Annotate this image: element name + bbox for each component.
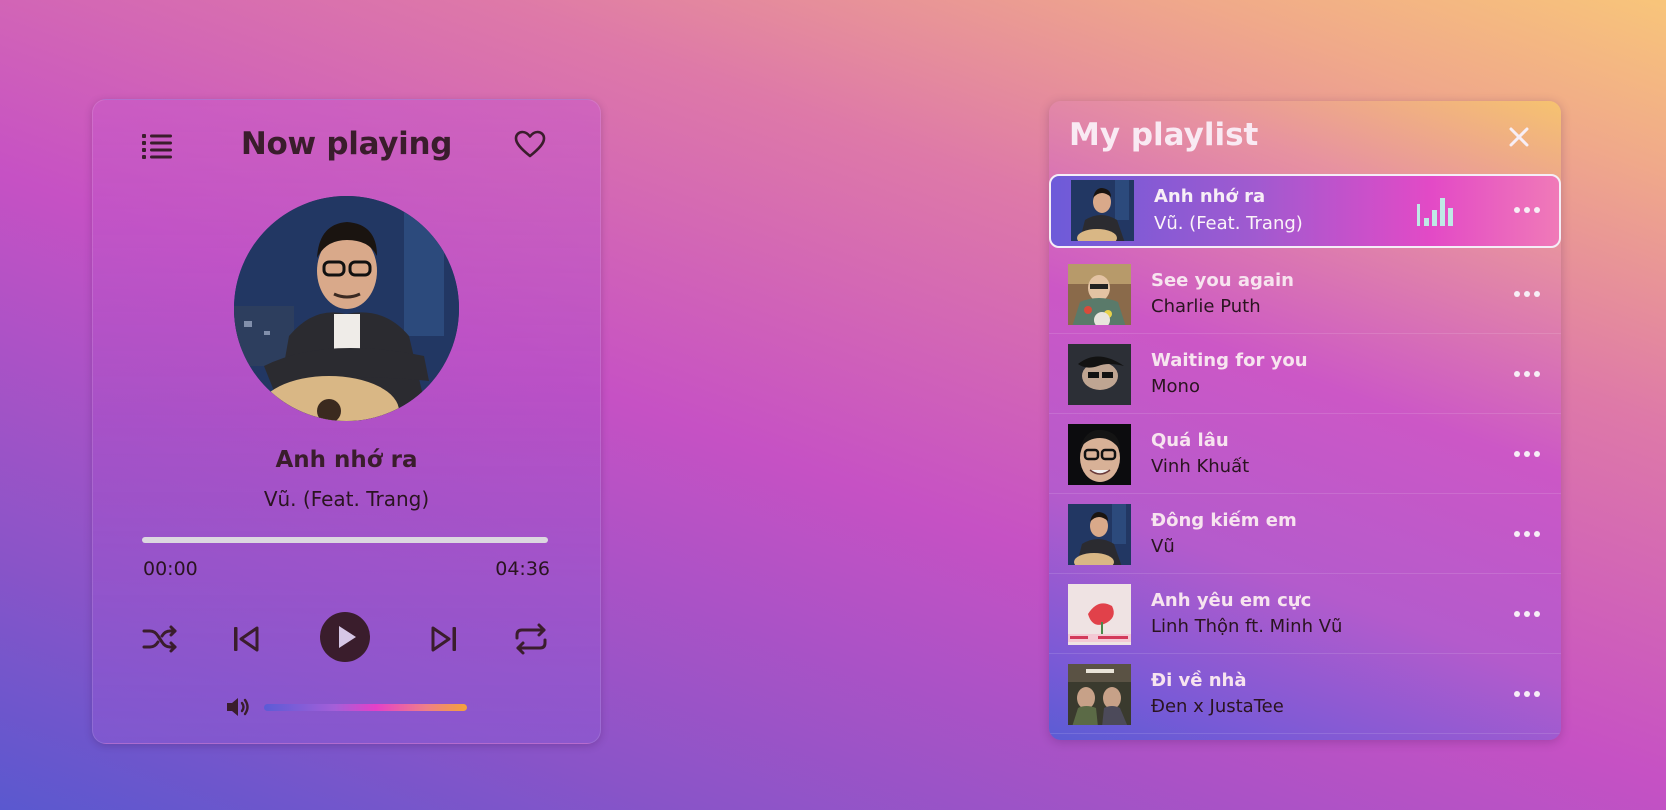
favorite-button[interactable]	[513, 127, 547, 161]
equalizer-icon	[1415, 196, 1459, 226]
playlist-item[interactable]: Quá lâu Vinh Khuất	[1049, 414, 1561, 494]
more-options-button[interactable]	[1512, 364, 1542, 384]
close-playlist-button[interactable]	[1505, 123, 1533, 151]
playlist-item[interactable]: Waiting for you Mono	[1049, 334, 1561, 414]
more-options-button[interactable]	[1512, 200, 1542, 220]
track-title: See you again	[1151, 270, 1294, 291]
playlist-item[interactable]: See you again Charlie Puth	[1049, 254, 1561, 334]
more-icon	[1514, 371, 1540, 377]
track-title: Anh nhớ ra	[1154, 186, 1266, 207]
track-thumbnail	[1068, 424, 1131, 485]
track-title: Quá lâu	[1151, 430, 1229, 451]
album-cover	[234, 196, 459, 421]
track-artist: Vũ. (Feat. Trang)	[1154, 213, 1303, 234]
track-thumbnail	[1068, 344, 1131, 405]
play-icon	[320, 612, 370, 662]
track-artist: Charlie Puth	[1151, 296, 1261, 317]
track-thumbnail	[1068, 504, 1131, 565]
song-artist: Vũ. (Feat. Trang)	[263, 487, 430, 511]
playlist-item-active[interactable]: Anh nhớ ra Vũ. (Feat. Trang)	[1049, 174, 1561, 248]
more-icon	[1514, 291, 1540, 297]
more-icon	[1514, 451, 1540, 457]
playlist-item[interactable]: Đông kiếm em Vũ	[1049, 494, 1561, 574]
track-thumbnail	[1068, 264, 1131, 325]
more-options-button[interactable]	[1512, 604, 1542, 624]
track-artist: Đen x JustaTee	[1151, 696, 1284, 717]
more-icon	[1514, 207, 1540, 213]
close-icon	[1509, 127, 1529, 147]
heart-icon	[514, 130, 546, 158]
more-options-button[interactable]	[1512, 684, 1542, 704]
track-artist: Vũ	[1151, 536, 1175, 557]
current-time: 00:00	[143, 558, 198, 580]
playlist-item[interactable]: Đi về nhà Đen x JustaTee	[1049, 654, 1561, 734]
playlist-item[interactable]: Anh yêu em cực Linh Thộn ft. Minh Vũ	[1049, 574, 1561, 654]
next-button[interactable]	[428, 614, 460, 664]
track-title: Đông kiếm em	[1151, 510, 1297, 531]
repeat-icon	[515, 623, 547, 655]
playlist-panel: My playlist Anh nhớ ra Vũ. (Feat. Trang)	[1049, 101, 1561, 740]
repeat-button[interactable]	[511, 614, 551, 664]
track-thumbnail	[1071, 180, 1134, 241]
previous-icon	[234, 626, 259, 652]
song-title: Anh nhớ ra	[275, 447, 418, 473]
shuffle-icon	[142, 625, 177, 653]
playlist-title: My playlist	[1069, 117, 1259, 153]
total-time: 04:36	[495, 558, 550, 580]
previous-button[interactable]	[230, 614, 262, 664]
track-thumbnail	[1068, 584, 1131, 645]
next-icon	[431, 626, 456, 652]
track-artist: Linh Thộn ft. Minh Vũ	[1151, 616, 1343, 637]
track-thumbnail	[1068, 664, 1131, 725]
more-options-button[interactable]	[1512, 444, 1542, 464]
shuffle-button[interactable]	[140, 614, 180, 664]
playlist-list: Anh nhớ ra Vũ. (Feat. Trang) See you aga…	[1049, 174, 1561, 734]
more-options-button[interactable]	[1512, 524, 1542, 544]
more-icon	[1514, 611, 1540, 617]
volume-button[interactable]	[225, 695, 253, 719]
track-artist: Mono	[1151, 376, 1200, 397]
volume-slider[interactable]	[264, 704, 467, 711]
track-title: Đi về nhà	[1151, 670, 1247, 691]
track-artist: Vinh Khuất	[1151, 456, 1250, 477]
more-icon	[1514, 531, 1540, 537]
more-icon	[1514, 691, 1540, 697]
track-title: Anh yêu em cực	[1151, 590, 1312, 611]
volume-icon	[227, 698, 249, 716]
track-title: Waiting for you	[1151, 350, 1308, 371]
more-options-button[interactable]	[1512, 284, 1542, 304]
now-playing-panel: Now playing Anh nhớ ra Vũ. (Feat. Trang)…	[92, 99, 601, 744]
play-button[interactable]	[319, 612, 371, 662]
progress-bar[interactable]	[142, 537, 548, 543]
